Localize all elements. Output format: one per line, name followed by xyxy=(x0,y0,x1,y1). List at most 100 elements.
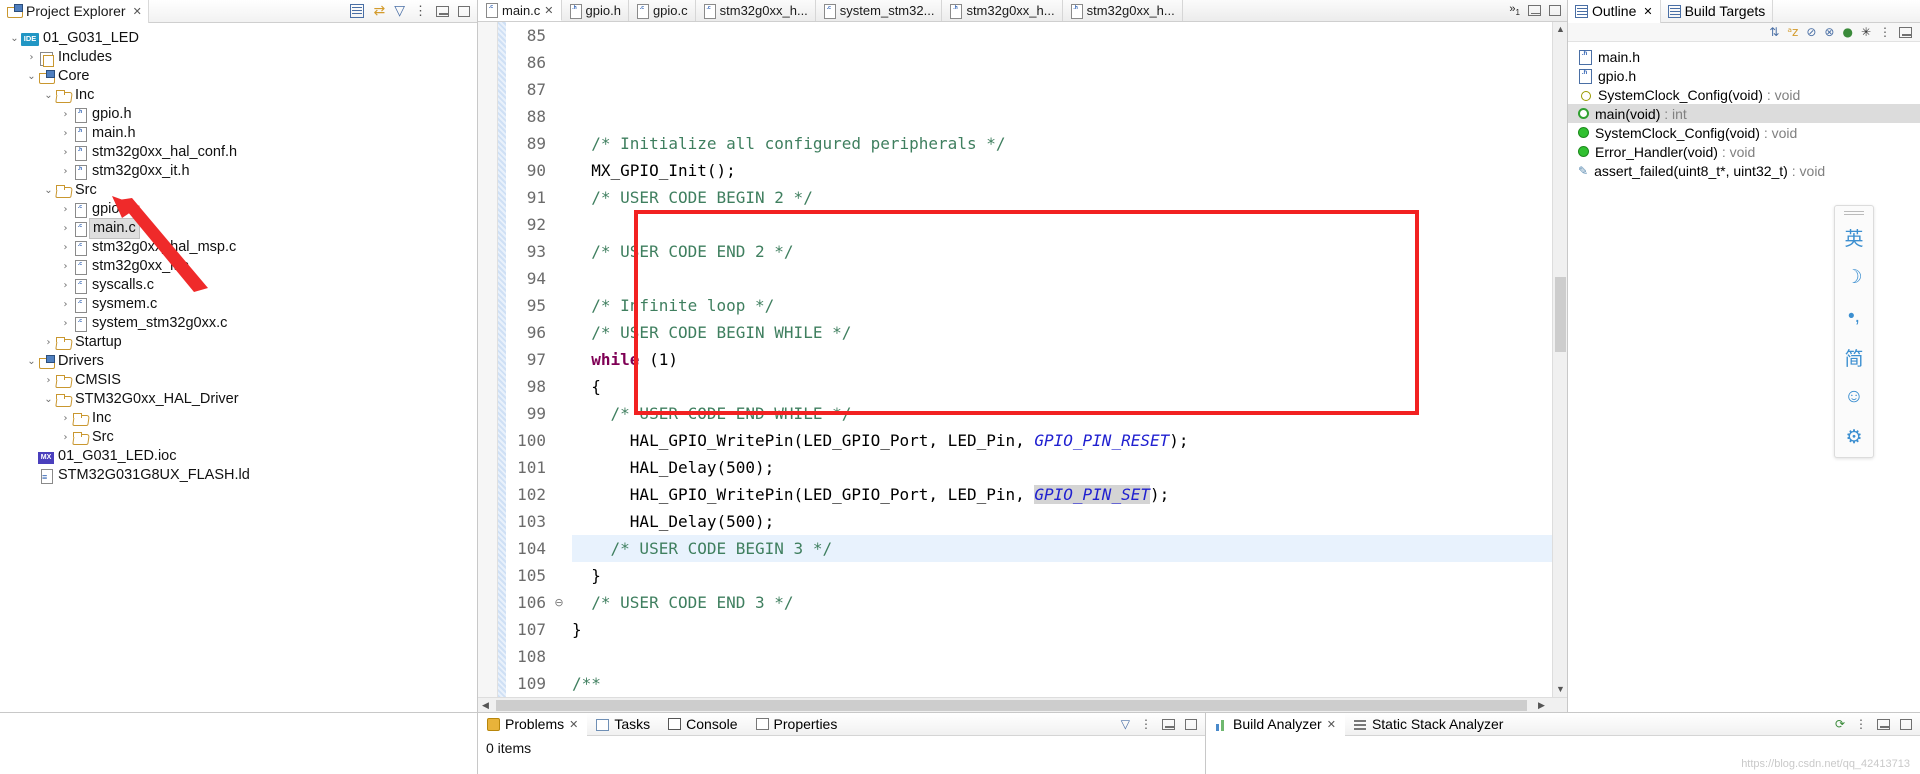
tree-item-stm32g0xx-it-h[interactable]: › stm32g0xx_it.h xyxy=(0,162,477,181)
editor-hscroll-thumb[interactable] xyxy=(496,700,1527,711)
minimize-icon[interactable] xyxy=(1899,26,1912,38)
editor-marker-column[interactable] xyxy=(478,22,498,697)
tree-item-stm32g0xx-hal-conf-h[interactable]: › stm32g0xx_hal_conf.h xyxy=(0,143,477,162)
ime-drag-handle[interactable] xyxy=(1834,206,1874,217)
outline-item[interactable]: Error_Handler(void) : void xyxy=(1568,142,1920,161)
tree-item-stm32g031g8ux-flash-ld[interactable]: · STM32G031G8UX_FLASH.ld xyxy=(0,466,477,487)
minimize-icon[interactable] xyxy=(1528,5,1541,16)
chevron-right-icon[interactable]: › xyxy=(59,105,72,124)
project-tree[interactable]: ⌄IDE01_G031_LED›Includes⌄Core⌄Inc›gpio.h… xyxy=(0,23,477,712)
ime-emoji[interactable]: ☺ xyxy=(1834,377,1874,417)
view-menu-icon[interactable]: ⋮ xyxy=(1140,717,1152,731)
chevron-right-icon[interactable]: › xyxy=(59,276,72,295)
close-icon[interactable]: ✕ xyxy=(1327,718,1336,731)
maximize-icon[interactable] xyxy=(1549,5,1561,16)
chevron-right-icon[interactable]: › xyxy=(42,333,55,352)
minimize-icon[interactable] xyxy=(436,5,449,17)
ime-moon-mode[interactable]: ☽ xyxy=(1834,257,1874,297)
outline-item[interactable]: SystemClock_Config(void) : void xyxy=(1568,123,1920,142)
editor-tab-gpio-c[interactable]: gpio.c xyxy=(629,0,696,21)
bottom-tab-properties[interactable]: Properties xyxy=(747,713,847,736)
tree-item-gpio-c[interactable]: › gpio.c xyxy=(0,200,477,219)
bottom-tab-console[interactable]: Console xyxy=(659,713,746,736)
tree-item-syscalls-c[interactable]: › syscalls.c xyxy=(0,276,477,295)
ime-floating-toolbar[interactable]: 英 ☽ •, 简 ☺ ⚙ xyxy=(1834,205,1874,458)
ime-settings[interactable]: ⚙ xyxy=(1834,417,1874,457)
hide-fields-icon[interactable]: ᵃz xyxy=(1787,25,1798,39)
outline-item[interactable]: SystemClock_Config(void) : void xyxy=(1568,85,1920,104)
build-analyzer-tabbar[interactable]: Build Analyzer ✕ Static Stack Analyzer ⟳ ⋮ xyxy=(1206,712,1920,736)
close-icon[interactable]: ✕ xyxy=(1643,5,1652,18)
ime-simplified-toggle[interactable]: 简 xyxy=(1834,337,1874,377)
tree-item-cmsis[interactable]: › CMSIS xyxy=(0,371,477,390)
view-menu-icon[interactable]: ⋮ xyxy=(1879,25,1891,39)
minimize-icon[interactable] xyxy=(1162,718,1175,730)
tree-item-01-g031-led-ioc[interactable]: ·MX 01_G031_LED.ioc xyxy=(0,447,477,466)
chevron-down-icon[interactable]: ⌄ xyxy=(25,352,38,371)
chevron-right-icon[interactable]: › xyxy=(59,124,72,143)
ime-punctuation-toggle[interactable]: •, xyxy=(1834,297,1874,337)
chevron-right-icon[interactable]: › xyxy=(59,238,72,257)
editor-tab-gpio-h[interactable]: gpio.h xyxy=(562,0,629,21)
chevron-down-icon[interactable]: ⌄ xyxy=(42,390,55,409)
chevron-right-icon[interactable]: › xyxy=(59,295,72,314)
chevron-right-icon[interactable]: › xyxy=(25,48,38,67)
sort-icon[interactable]: ⇅ xyxy=(1769,25,1779,39)
chevron-right-icon[interactable]: › xyxy=(59,409,72,428)
tree-item-includes[interactable]: › Includes xyxy=(0,48,477,67)
tree-item-01-g031-led[interactable]: ⌄ IDE 01_G031_LED xyxy=(0,29,477,48)
outline-item[interactable]: ✎ assert_failed(uint8_t*, uint32_t) : voi… xyxy=(1568,161,1920,180)
chevron-right-icon[interactable]: › xyxy=(59,257,72,276)
bottom-tab-build-analyzer[interactable]: Build Analyzer ✕ xyxy=(1206,712,1345,736)
tree-item-main-c[interactable]: › main.c xyxy=(0,218,477,239)
outline-item[interactable]: gpio.h xyxy=(1568,66,1920,85)
tree-item-src[interactable]: ⌄ Src xyxy=(0,181,477,200)
chevron-right-icon[interactable]: › xyxy=(59,428,72,447)
bottom-tab-tasks[interactable]: Tasks xyxy=(587,713,659,736)
close-icon[interactable]: ✕ xyxy=(569,718,578,731)
tree-item-src[interactable]: › Src xyxy=(0,428,477,447)
bottom-tab-static-stack-analyzer[interactable]: Static Stack Analyzer xyxy=(1345,713,1513,736)
chevron-down-icon[interactable]: ⌄ xyxy=(25,67,38,86)
tree-item-main-h[interactable]: › main.h xyxy=(0,124,477,143)
fold-toggle-icon[interactable]: ⊖ xyxy=(552,589,566,616)
chevron-right-icon[interactable]: › xyxy=(59,219,72,238)
outline-item[interactable]: main(void) : int xyxy=(1568,104,1920,123)
tab-project-explorer[interactable]: Project Explorer ✕ xyxy=(0,0,149,23)
chevron-right-icon[interactable]: › xyxy=(59,314,72,333)
minimize-icon[interactable] xyxy=(1877,718,1890,730)
editor-vertical-scrollbar[interactable]: ▲ ▼ xyxy=(1552,22,1567,697)
outline-tab-outline[interactable]: Outline ✕ xyxy=(1568,0,1661,23)
more-tabs-icon[interactable]: »1 xyxy=(1509,3,1520,17)
editor-vscroll-thumb[interactable] xyxy=(1555,277,1566,352)
view-menu-icon[interactable]: ⋮ xyxy=(1855,717,1867,731)
problems-tabbar[interactable]: Problems ✕ Tasks Console Properties ▽ ⋮ xyxy=(478,712,1205,736)
chevron-right-icon[interactable]: › xyxy=(42,371,55,390)
chevron-down-icon[interactable]: ⌄ xyxy=(42,86,55,105)
editor-tab-main-c[interactable]: main.c✕ xyxy=(478,0,562,21)
collapse-all-icon[interactable] xyxy=(350,4,365,18)
close-icon[interactable]: ✕ xyxy=(133,5,142,18)
tree-item-inc[interactable]: ⌄ Inc xyxy=(0,86,477,105)
refresh-icon[interactable]: ⟳ xyxy=(1835,717,1845,731)
filter-icon[interactable]: ▽ xyxy=(1121,717,1130,731)
editor-tab-stm32g0xx-h-[interactable]: stm32g0xx_h... xyxy=(1063,0,1183,21)
menu-icon[interactable]: ✳ xyxy=(1861,25,1871,39)
maximize-icon[interactable] xyxy=(1900,718,1912,730)
outline-item[interactable]: main.h xyxy=(1568,47,1920,66)
editor-tab-stm32g0xx-h-[interactable]: stm32g0xx_h... xyxy=(942,0,1063,21)
editor-horizontal-scrollbar[interactable]: ◀ ▶ xyxy=(478,697,1567,712)
ime-language-toggle[interactable]: 英 xyxy=(1834,217,1874,257)
chevron-right-icon[interactable]: · xyxy=(25,466,38,485)
scroll-left-icon[interactable]: ◀ xyxy=(478,698,493,713)
maximize-icon[interactable] xyxy=(458,5,470,17)
tree-item-drivers[interactable]: ⌄ Drivers xyxy=(0,352,477,371)
hide-nonpublic-icon[interactable]: ⊗ xyxy=(1824,25,1834,39)
scroll-down-icon[interactable]: ▼ xyxy=(1553,682,1567,697)
focus-icon[interactable]: ● xyxy=(1842,25,1852,39)
scroll-up-icon[interactable]: ▲ xyxy=(1553,22,1567,37)
editor-tab-system-stm32-[interactable]: system_stm32... xyxy=(816,0,943,21)
tree-item-inc[interactable]: › Inc xyxy=(0,409,477,428)
chevron-down-icon[interactable]: ⌄ xyxy=(8,29,21,48)
chevron-right-icon[interactable]: › xyxy=(59,143,72,162)
